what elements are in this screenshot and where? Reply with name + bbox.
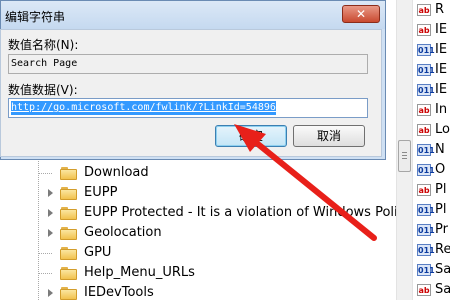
folder-icon	[60, 287, 77, 300]
close-icon: ✕	[355, 7, 367, 21]
close-button[interactable]: ✕	[342, 5, 380, 23]
value-row[interactable]: 011 O	[413, 160, 450, 180]
value-name: O	[435, 162, 446, 177]
string-value-icon: ab	[417, 24, 431, 36]
tree-item-eupp-protected[interactable]: EUPP Protected - It is a violation of Wi…	[0, 203, 430, 223]
value-name: R	[435, 2, 445, 17]
expand-arrow-icon[interactable]	[48, 209, 53, 217]
binary-value-icon: 011	[417, 224, 435, 236]
tree-item-label: Help_Menu_URLs	[84, 265, 195, 280]
value-name: In	[435, 102, 448, 117]
folder-icon	[60, 267, 77, 280]
value-row[interactable]: ab Sa	[413, 280, 450, 300]
registry-values-list: ab Rab IE 011 IE 011 IE 011 IE ab In ab Lo 011 N 011 Oab…	[413, 0, 450, 300]
dialog-titlebar[interactable]: 编辑字符串 ✕	[1, 1, 385, 29]
value-name-field: Search Page	[8, 54, 368, 74]
value-row[interactable]: 011 Sa	[413, 260, 450, 280]
folder-icon	[60, 167, 77, 180]
string-value-icon: ab	[417, 104, 431, 116]
tree-item-geolocation[interactable]: Geolocation	[0, 223, 396, 243]
dialog-body: 数值名称(N): Search Page 数值数据(V): http://go.…	[0, 29, 382, 157]
string-value-icon: ab	[417, 4, 431, 16]
tree-item-label: GPU	[84, 245, 112, 260]
tree-item-label: Geolocation	[84, 225, 162, 240]
tree-connector	[38, 173, 52, 174]
value-name: IE	[435, 42, 448, 57]
value-name: IE	[435, 22, 448, 37]
value-row[interactable]: 011 N	[413, 140, 450, 160]
binary-value-icon: 011	[417, 264, 435, 276]
value-name: Pl	[435, 202, 447, 217]
value-name: Sa	[435, 282, 450, 297]
tree-item-label: EUPP Protected - It is a violation of Wi…	[84, 205, 430, 220]
value-row[interactable]: ab R	[413, 0, 450, 20]
folder-icon	[60, 247, 77, 260]
binary-value-icon: 011	[417, 204, 435, 216]
folder-icon	[60, 187, 77, 200]
binary-value-icon: 011	[417, 64, 435, 76]
grip-line	[402, 155, 407, 156]
expand-arrow-icon[interactable]	[48, 189, 53, 197]
value-name-label: 数值名称(N):	[8, 38, 79, 52]
string-value-icon: ab	[417, 284, 431, 296]
value-row[interactable]: ab Lo	[413, 120, 450, 140]
scrollbar-thumb[interactable]	[398, 140, 411, 172]
binary-value-icon: 011	[417, 44, 435, 56]
value-row[interactable]: 011 IE	[413, 80, 450, 100]
ok-button[interactable]: 确定	[215, 125, 287, 147]
folder-icon	[60, 207, 77, 220]
binary-value-icon: 011	[417, 144, 435, 156]
value-row[interactable]: ab IE	[413, 20, 450, 40]
cancel-button[interactable]: 取消	[293, 125, 365, 147]
tree-item-gpu[interactable]: GPU	[0, 243, 396, 263]
value-name: Sa	[435, 262, 450, 277]
expand-arrow-icon[interactable]	[48, 229, 53, 237]
string-value-icon: ab	[417, 184, 431, 196]
binary-value-icon: 011	[417, 164, 435, 176]
tree-item-eupp[interactable]: EUPP	[0, 183, 396, 203]
value-name: IE	[435, 82, 448, 97]
binary-value-icon: 011	[417, 244, 435, 256]
tree-connector	[38, 273, 52, 274]
tree-item-help-menu-urls[interactable]: Help_Menu_URLs	[0, 263, 396, 283]
value-row[interactable]: 011 Pr	[413, 220, 450, 240]
expand-arrow-icon[interactable]	[48, 289, 53, 297]
tree-item-label: IEDevTools	[84, 285, 154, 300]
tree-connector	[38, 253, 52, 254]
value-row[interactable]: ab Pl	[413, 180, 450, 200]
tree-item-label: EUPP	[84, 185, 118, 200]
value-row[interactable]: ab In	[413, 100, 450, 120]
value-name: Lo	[435, 122, 450, 137]
value-name: Pl	[435, 182, 447, 197]
value-row[interactable]: 011 IE	[413, 40, 450, 60]
dialog-title: 编辑字符串	[5, 10, 66, 24]
binary-value-icon: 011	[417, 84, 435, 96]
value-data-label: 数值数据(V):	[8, 83, 78, 97]
value-name: IE	[435, 62, 448, 77]
value-row[interactable]: 011 Re	[413, 240, 450, 260]
grip-line	[402, 152, 407, 153]
tree-item-iedevtools[interactable]: IEDevTools	[0, 283, 396, 303]
tree-scrollbar[interactable]	[396, 0, 413, 300]
value-data-text: http://go.microsoft.com/fwlink/?LinkId=5…	[11, 101, 276, 115]
folder-icon	[60, 227, 77, 240]
edit-string-dialog: 编辑字符串 ✕ 数值名称(N): Search Page 数值数据(V): ht…	[0, 0, 386, 160]
value-name: Re	[435, 242, 450, 257]
value-name: Pr	[435, 222, 448, 237]
tree-item-label: Download	[84, 165, 149, 180]
grip-line	[402, 158, 407, 159]
value-row[interactable]: 011 IE	[413, 60, 450, 80]
string-value-icon: ab	[417, 124, 431, 136]
tree-item-download[interactable]: Download	[0, 163, 396, 183]
value-name: N	[435, 142, 445, 157]
value-data-input[interactable]: http://go.microsoft.com/fwlink/?LinkId=5…	[8, 98, 368, 118]
value-row[interactable]: 011 Pl	[413, 200, 450, 220]
